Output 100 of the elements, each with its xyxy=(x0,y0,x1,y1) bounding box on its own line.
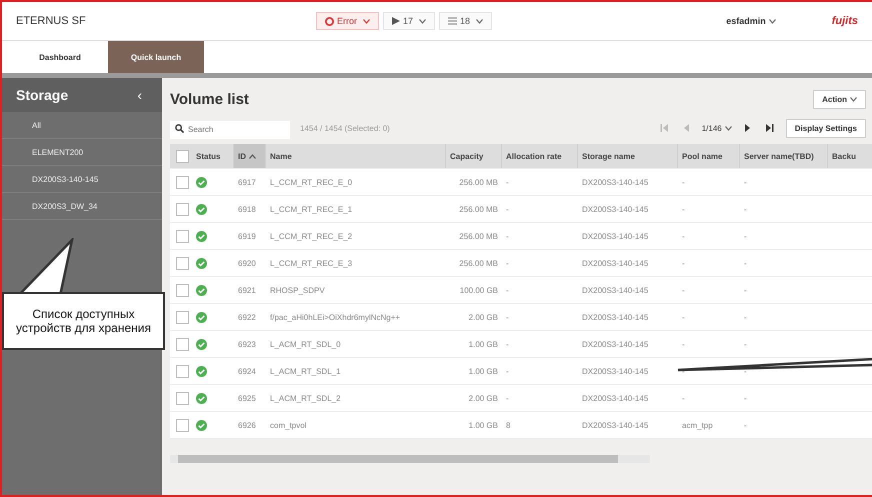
table-cell-text: - xyxy=(681,178,686,186)
table-cell-text: - xyxy=(505,232,510,240)
row-checkbox[interactable] xyxy=(176,202,189,216)
table-cell-text: - xyxy=(743,366,748,376)
column-header[interactable]: Storage name xyxy=(578,144,678,168)
table-cell-text: DX200S3-140-145 xyxy=(581,340,650,348)
table-cell-text: 6919 xyxy=(237,232,257,240)
row-checkbox[interactable] xyxy=(176,256,189,270)
table-cell-text: 6921 xyxy=(237,286,257,294)
sidebar-title: Storage xyxy=(16,87,68,103)
app-title: ETERNUS SF xyxy=(16,15,87,27)
table-cell-text: DX200S3-140-145 xyxy=(581,420,650,430)
display-settings-button[interactable]: Display Settings xyxy=(786,118,866,138)
table-cell-text: DX200S3-140-145 xyxy=(581,366,650,376)
table-cell-text: com_tpvol xyxy=(269,420,308,430)
column-header[interactable]: Server name(TBD) xyxy=(740,144,828,168)
column-header[interactable]: Backu xyxy=(828,144,872,168)
table-cell-text: - xyxy=(505,286,510,294)
user-menu[interactable]: esfadmin xyxy=(720,15,782,27)
table-cell-text: - xyxy=(681,366,686,376)
table-cell-text: 6920 xyxy=(237,258,257,268)
table-cell-text: - xyxy=(505,204,510,214)
table-cell-text: 6917 xyxy=(237,178,257,186)
sidebar-item[interactable]: DX200S3_DW_34 xyxy=(2,193,162,220)
caret-icon xyxy=(476,18,484,24)
sidebar-item[interactable]: DX200S3-140-145 xyxy=(2,166,162,193)
table-cell-text: L_ACM_RT_SDL_0 xyxy=(269,340,342,348)
logo: fujits xyxy=(832,15,858,27)
table-cell-text: - xyxy=(681,340,686,348)
sidebar-item[interactable]: ELEMENT200 xyxy=(2,139,162,166)
table-cell-text: L_CCM_RT_REC_E_0 xyxy=(269,178,354,186)
last-page-icon xyxy=(764,124,774,132)
caret-icon xyxy=(363,18,370,24)
table-cell-text: - xyxy=(681,204,686,214)
page-title: Volume list xyxy=(170,90,249,108)
last-page-button[interactable] xyxy=(764,124,774,132)
table-cell-text: L_ACM_RT_SDL_1 xyxy=(269,366,342,376)
table-cell-text: - xyxy=(505,394,510,402)
row-checkbox[interactable] xyxy=(176,230,189,242)
table-cell-text: DX200S3-140-145 xyxy=(581,312,650,322)
table-cell-text: - xyxy=(743,258,748,268)
alert-button[interactable]: 18 xyxy=(439,12,492,30)
table-cell-text: - xyxy=(743,394,748,402)
page-selector[interactable]: 1/146 xyxy=(702,124,732,132)
alert-button[interactable]: Error xyxy=(316,12,379,30)
row-checkbox[interactable] xyxy=(176,392,189,404)
column-header[interactable]: Name xyxy=(266,144,446,168)
table-cell-text: 100.00 GB xyxy=(458,286,499,294)
table-cell-text: - xyxy=(505,312,510,322)
table-cell-text: - xyxy=(505,366,510,376)
table-cell-text: - xyxy=(505,178,510,186)
table-cell-text: - xyxy=(743,312,748,322)
result-count: 1454 / 1454 (Selected: 0) xyxy=(300,124,390,132)
table-cell-text: 8 xyxy=(505,420,512,430)
column-header[interactable]: ID xyxy=(234,144,266,168)
row-checkbox[interactable] xyxy=(176,364,189,378)
tab[interactable]: Quick launch xyxy=(108,41,204,73)
table-cell-text: - xyxy=(743,204,748,214)
table-cell-text: 256.00 MB xyxy=(458,204,499,214)
table-cell-text: - xyxy=(743,178,748,186)
alert-button[interactable]: 17 xyxy=(383,12,436,30)
action-button[interactable]: Action xyxy=(813,90,866,108)
column-header[interactable]: Capacity xyxy=(446,144,502,168)
first-page-icon xyxy=(660,124,669,132)
row-checkbox[interactable] xyxy=(176,338,189,350)
table-cell-text: 6922 xyxy=(237,312,257,322)
table-cell-text: 6923 xyxy=(237,340,257,348)
table-cell-text: - xyxy=(505,340,510,348)
table-cell-text: - xyxy=(743,232,748,240)
row-checkbox[interactable] xyxy=(176,176,189,188)
caret-icon xyxy=(850,96,857,102)
table-cell-text: 6924 xyxy=(237,366,257,376)
table-cell-text: 256.00 MB xyxy=(458,258,499,268)
table-cell-text: 6918 xyxy=(237,204,257,214)
table-cell-text: DX200S3-140-145 xyxy=(581,204,650,214)
play-icon xyxy=(392,17,400,25)
collapse-button[interactable]: ‹ xyxy=(131,86,148,104)
row-checkbox[interactable] xyxy=(176,418,189,432)
table-cell-text: - xyxy=(505,258,510,268)
callout-text: Список доступных устройств для хранения xyxy=(15,306,152,336)
row-checkbox[interactable] xyxy=(176,310,189,324)
list-icon xyxy=(448,16,458,26)
table-cell-text: - xyxy=(681,312,686,322)
first-page-button[interactable] xyxy=(660,124,669,132)
row-checkbox[interactable] xyxy=(176,284,189,296)
table-cell-text: - xyxy=(743,286,748,294)
table-cell-text: 2.00 GB xyxy=(468,394,499,402)
table-cell-text: - xyxy=(681,286,686,294)
caret-icon xyxy=(768,19,776,24)
sidebar-item[interactable]: All xyxy=(2,112,162,139)
table-cell-text: DX200S3-140-145 xyxy=(581,178,650,186)
table-cell-text: - xyxy=(743,340,748,348)
column-header[interactable]: Pool name xyxy=(678,144,740,168)
table-cell-text: 6925 xyxy=(237,394,257,402)
table-cell-text: 2.00 GB xyxy=(468,312,499,322)
search-field[interactable]: Search xyxy=(170,120,290,138)
select-all-checkbox[interactable] xyxy=(176,150,189,162)
search-icon xyxy=(175,124,184,133)
column-header[interactable]: Allocation rate xyxy=(502,144,578,168)
table-cell-text: - xyxy=(681,258,686,268)
